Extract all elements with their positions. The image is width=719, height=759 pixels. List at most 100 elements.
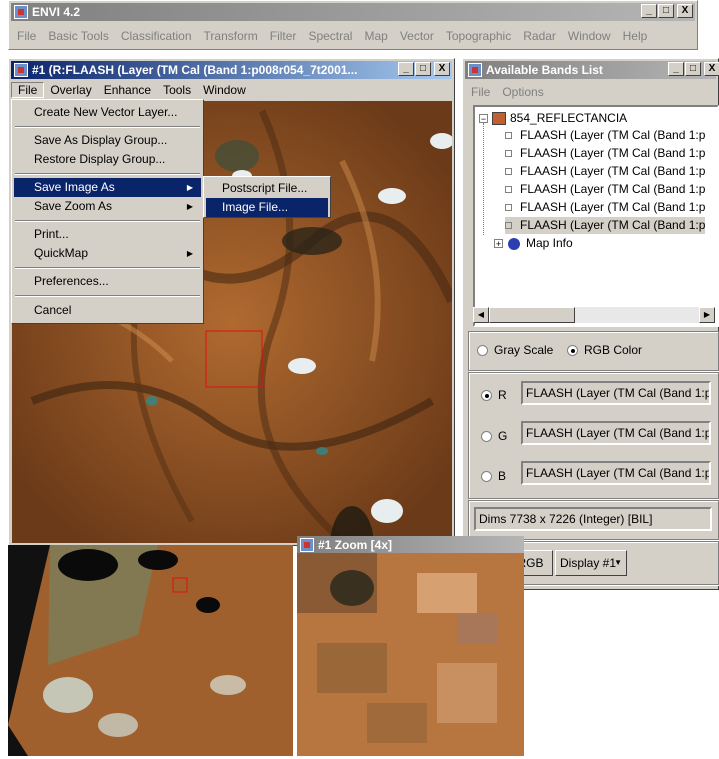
menu-item-save-display-group[interactable]: Save As Display Group...	[14, 131, 201, 150]
b-channel-option[interactable]: B	[481, 469, 506, 483]
submenu-arrow-icon: ▶	[186, 183, 193, 192]
tree-root-label: 854_REFLECTANCIA	[510, 111, 628, 125]
scrollbar-thumb[interactable]	[489, 307, 575, 323]
menu-item-save-image-as[interactable]: Save Image As ▶	[14, 178, 201, 197]
g-radio[interactable]	[481, 431, 492, 443]
r-channel-option[interactable]: R	[481, 388, 507, 402]
menu-item-restore-display-group[interactable]: Restore Display Group...	[14, 150, 201, 169]
submenu-item-postscript[interactable]: Postscript File...	[206, 179, 328, 198]
scroll-window[interactable]	[8, 545, 293, 756]
g-channel-option[interactable]: G	[481, 429, 507, 443]
bands-maximize-button[interactable]: □	[685, 62, 701, 76]
band-icon	[505, 204, 512, 212]
display-menu-window[interactable]: Window	[197, 83, 252, 97]
menu-window[interactable]: Window	[562, 29, 617, 43]
menu-item-save-zoom-as[interactable]: Save Zoom As ▶	[14, 197, 201, 216]
band-item[interactable]: FLAASH (Layer (TM Cal (Band 1:p	[505, 127, 705, 144]
gray-scale-radio[interactable]	[477, 345, 488, 357]
bands-horizontal-scrollbar[interactable]: ◀ ▶	[473, 307, 715, 323]
display-select[interactable]: Display #1 ▼	[555, 550, 627, 576]
band-item[interactable]: FLAASH (Layer (TM Cal (Band 1:p	[505, 217, 706, 234]
close-button[interactable]: X	[677, 4, 693, 18]
menu-separator	[15, 126, 200, 128]
menu-separator	[15, 173, 200, 175]
display-menu-overlay[interactable]: Overlay	[44, 83, 97, 97]
display-close-button[interactable]: X	[434, 62, 450, 76]
bands-tree: − 854_REFLECTANCIA FLAASH (Layer (TM Cal…	[473, 105, 719, 327]
r-band-field[interactable]: FLAASH (Layer (TM Cal (Band 1:p	[521, 381, 711, 405]
menu-basic-tools[interactable]: Basic Tools	[42, 29, 114, 43]
band-icon	[505, 222, 512, 230]
menu-item-preferences[interactable]: Preferences...	[14, 272, 201, 291]
tree-root[interactable]: 854_REFLECTANCIA	[492, 110, 627, 127]
display-minimize-button[interactable]: _	[398, 62, 414, 76]
bands-title-bar[interactable]: Available Bands List _ □ X	[465, 61, 719, 79]
band-label: FLAASH (Layer (TM Cal (Band 1:p	[520, 146, 706, 160]
menu-radar[interactable]: Radar	[517, 29, 562, 43]
bands-close-button[interactable]: X	[704, 62, 719, 76]
envi-main-window: ENVI 4.2 _ □ X File Basic Tools Classifi…	[8, 0, 698, 50]
band-item[interactable]: FLAASH (Layer (TM Cal (Band 1:p	[505, 181, 705, 198]
menu-spectral[interactable]: Spectral	[302, 29, 358, 43]
b-band-field[interactable]: FLAASH (Layer (TM Cal (Band 1:p	[521, 461, 711, 485]
expand-icon[interactable]: +	[494, 239, 503, 249]
rgb-color-option[interactable]: RGB Color	[567, 343, 642, 357]
available-bands-window: Available Bands List _ □ X File Options …	[462, 58, 719, 590]
menu-vector[interactable]: Vector	[394, 29, 440, 43]
zoom-window: #1 Zoom [4x]	[297, 536, 524, 756]
display-maximize-button[interactable]: □	[415, 62, 431, 76]
bands-menubar: File Options	[465, 82, 716, 102]
color-mode-group: Gray Scale RGB Color	[468, 331, 719, 371]
bands-menu-file[interactable]: File	[465, 85, 496, 99]
dropdown-arrow-icon: ▼	[614, 558, 622, 567]
g-band-field[interactable]: FLAASH (Layer (TM Cal (Band 1:p	[521, 421, 711, 445]
scroll-right-icon[interactable]: ▶	[699, 307, 715, 323]
maximize-button[interactable]: □	[658, 4, 674, 18]
envi-app-icon	[14, 5, 28, 19]
menu-item-print[interactable]: Print...	[14, 225, 201, 244]
submenu-arrow-icon: ▶	[186, 202, 193, 211]
menu-map[interactable]: Map	[358, 29, 393, 43]
bands-menu-options[interactable]: Options	[496, 85, 549, 99]
r-label: R	[498, 388, 507, 402]
r-radio[interactable]	[481, 390, 492, 402]
menu-help[interactable]: Help	[617, 29, 654, 43]
collapse-icon[interactable]: −	[479, 114, 488, 124]
menu-file[interactable]: File	[11, 29, 42, 43]
menu-separator	[15, 220, 200, 222]
display-menu-file[interactable]: File	[11, 82, 45, 98]
envi-title-bar[interactable]: ENVI 4.2 _ □ X	[11, 3, 695, 21]
gray-scale-option[interactable]: Gray Scale	[477, 343, 553, 357]
file-icon	[492, 112, 506, 126]
submenu-item-image-file[interactable]: Image File...	[206, 198, 328, 217]
zoom-image	[297, 553, 524, 756]
menu-filter[interactable]: Filter	[264, 29, 303, 43]
display-menubar: File Overlay Enhance Tools Window	[11, 80, 452, 100]
bands-minimize-button[interactable]: _	[668, 62, 684, 76]
band-icon	[505, 150, 512, 158]
menu-item-create-vector-layer[interactable]: Create New Vector Layer...	[14, 103, 201, 122]
map-info-item[interactable]: Map Info	[508, 235, 573, 252]
minimize-button[interactable]: _	[641, 4, 657, 18]
rgb-color-label: RGB Color	[584, 343, 643, 357]
band-item[interactable]: FLAASH (Layer (TM Cal (Band 1:p	[505, 199, 705, 216]
scroll-left-icon[interactable]: ◀	[473, 307, 489, 323]
rgb-channel-group: R FLAASH (Layer (TM Cal (Band 1:p G FLAA…	[468, 372, 719, 499]
band-label: FLAASH (Layer (TM Cal (Band 1:p	[520, 164, 706, 178]
menu-classification[interactable]: Classification	[115, 29, 198, 43]
zoom-title: #1 Zoom [4x]	[318, 537, 393, 552]
band-item[interactable]: FLAASH (Layer (TM Cal (Band 1:p	[505, 145, 705, 162]
zoom-image-view[interactable]	[297, 553, 524, 756]
menu-item-quickmap-label: QuickMap	[34, 246, 89, 260]
menu-item-quickmap[interactable]: QuickMap ▶	[14, 244, 201, 263]
menu-transform[interactable]: Transform	[198, 29, 264, 43]
band-item[interactable]: FLAASH (Layer (TM Cal (Band 1:p	[505, 163, 705, 180]
menu-topographic[interactable]: Topographic	[440, 29, 517, 43]
zoom-title-bar[interactable]: #1 Zoom [4x]	[297, 536, 524, 553]
menu-item-cancel[interactable]: Cancel	[14, 301, 201, 320]
display-menu-tools[interactable]: Tools	[157, 83, 197, 97]
display-title-bar[interactable]: #1 (R:FLAASH (Layer (TM Cal (Band 1:p008…	[11, 61, 452, 79]
display-menu-enhance[interactable]: Enhance	[98, 83, 157, 97]
rgb-color-radio[interactable]	[567, 345, 578, 357]
b-radio[interactable]	[481, 471, 492, 483]
